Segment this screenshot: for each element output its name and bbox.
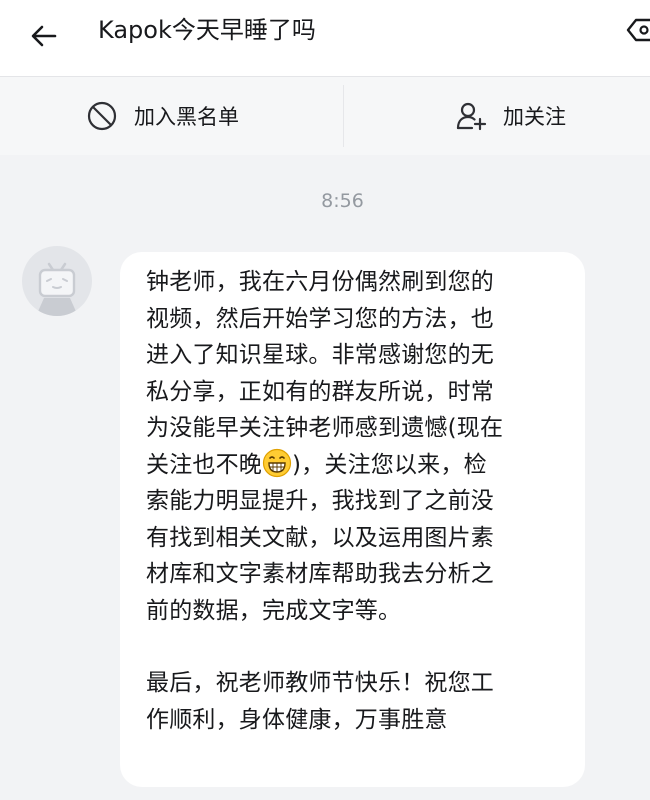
settings-button[interactable]	[622, 10, 650, 50]
back-button[interactable]	[22, 14, 66, 58]
page-title: Kapok今天早睡了吗	[98, 16, 316, 44]
block-button[interactable]: 加入黑名单	[86, 77, 239, 155]
message-timestamp: 8:56	[321, 190, 364, 212]
message-text: 钟老师，我在六月份偶然刷到您的 视频，然后开始学习您的方法，也 进入了知识星球。…	[146, 264, 563, 629]
chat-header: Kapok今天早睡了吗	[0, 0, 650, 77]
grinning-face-emoji	[262, 448, 292, 478]
settings-icon	[626, 18, 650, 42]
message-bubble[interactable]: 钟老师，我在六月份偶然刷到您的 视频，然后开始学习您的方法，也 进入了知识星球。…	[120, 252, 585, 787]
message-closing: 最后，祝老师教师节快乐！祝您工 作顺利，身体健康，万事胜意	[146, 670, 494, 733]
action-divider	[343, 85, 344, 147]
follow-label: 加关注	[503, 105, 566, 129]
arrow-left-icon	[31, 25, 57, 47]
action-bar: 加入黑名单 加关注	[0, 77, 650, 155]
add-user-icon	[455, 100, 487, 132]
sender-avatar[interactable]	[22, 246, 92, 316]
follow-button[interactable]: 加关注	[455, 77, 566, 155]
message-text-part1: 钟老师，我在六月份偶然刷到您的 视频，然后开始学习您的方法，也 进入了知识星球。…	[146, 269, 504, 478]
block-label: 加入黑名单	[134, 105, 239, 129]
block-icon	[86, 100, 118, 132]
tv-mascot-avatar	[36, 262, 78, 316]
